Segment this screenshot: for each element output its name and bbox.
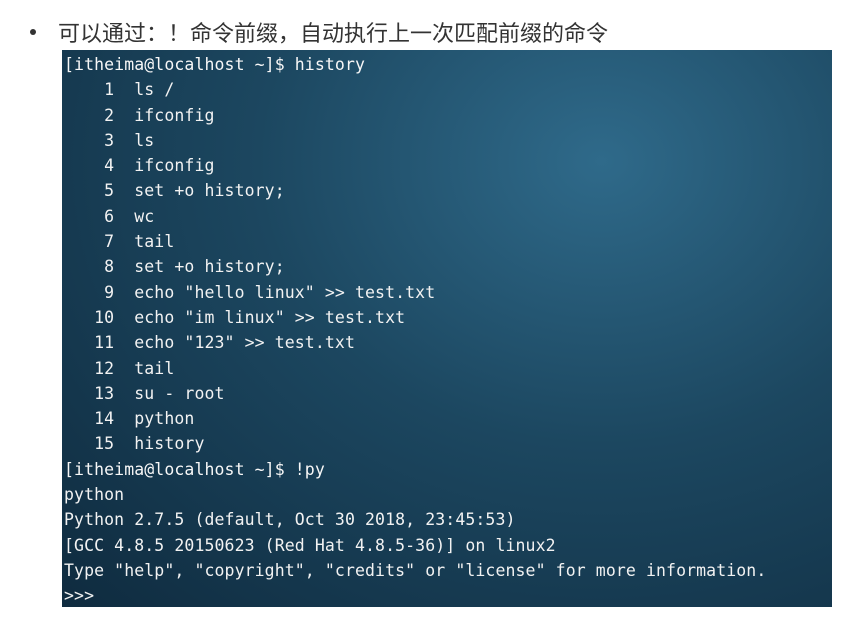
terminal-line: Python 2.7.5 (default, Oct 30 2018, 23:4…: [64, 510, 516, 530]
slide-heading: 可以通过：！命令前缀，自动执行上一次匹配前缀的命令: [22, 16, 608, 48]
heading-text: 可以通过：！命令前缀，自动执行上一次匹配前缀的命令: [58, 22, 609, 47]
terminal-line: 4 ifconfig: [64, 156, 215, 176]
terminal-line: 7 tail: [64, 232, 175, 252]
terminal-line: 12 tail: [64, 358, 175, 378]
terminal-output: [itheima@localhost ~]$ history 1 ls / 2 …: [64, 52, 766, 607]
bullet-point: [30, 29, 36, 35]
terminal-line: 2 ifconfig: [64, 105, 215, 125]
terminal-line: 13 su - root: [64, 383, 225, 403]
terminal-line: 10 echo "im linux" >> test.txt: [64, 307, 406, 327]
terminal-line: 8 set +o history;: [64, 257, 285, 277]
terminal-line: 1 ls /: [64, 80, 175, 100]
shell-prompt-line: [itheima@localhost ~]$ !py: [64, 459, 325, 479]
terminal-line: [GCC 4.8.5 20150623 (Red Hat 4.8.5-36)] …: [64, 535, 556, 555]
python-prompt-line: >>>: [64, 586, 105, 606]
terminal-line: 6 wc: [64, 206, 155, 226]
shell-prompt-line: [itheima@localhost ~]$ history: [64, 55, 366, 74]
terminal-window[interactable]: [itheima@localhost ~]$ history 1 ls / 2 …: [62, 50, 832, 607]
terminal-line: python: [64, 485, 125, 505]
terminal-line: 9 echo "hello linux" >> test.txt: [64, 282, 436, 302]
terminal-line: 3 ls: [64, 130, 155, 150]
terminal-line: 11 echo "123" >> test.txt: [64, 333, 355, 353]
terminal-line: 5 set +o history;: [64, 181, 285, 201]
terminal-line: 14 python: [64, 409, 195, 429]
terminal-line: Type "help", "copyright", "credits" or "…: [64, 560, 767, 580]
terminal-line: 15 history: [64, 434, 205, 454]
